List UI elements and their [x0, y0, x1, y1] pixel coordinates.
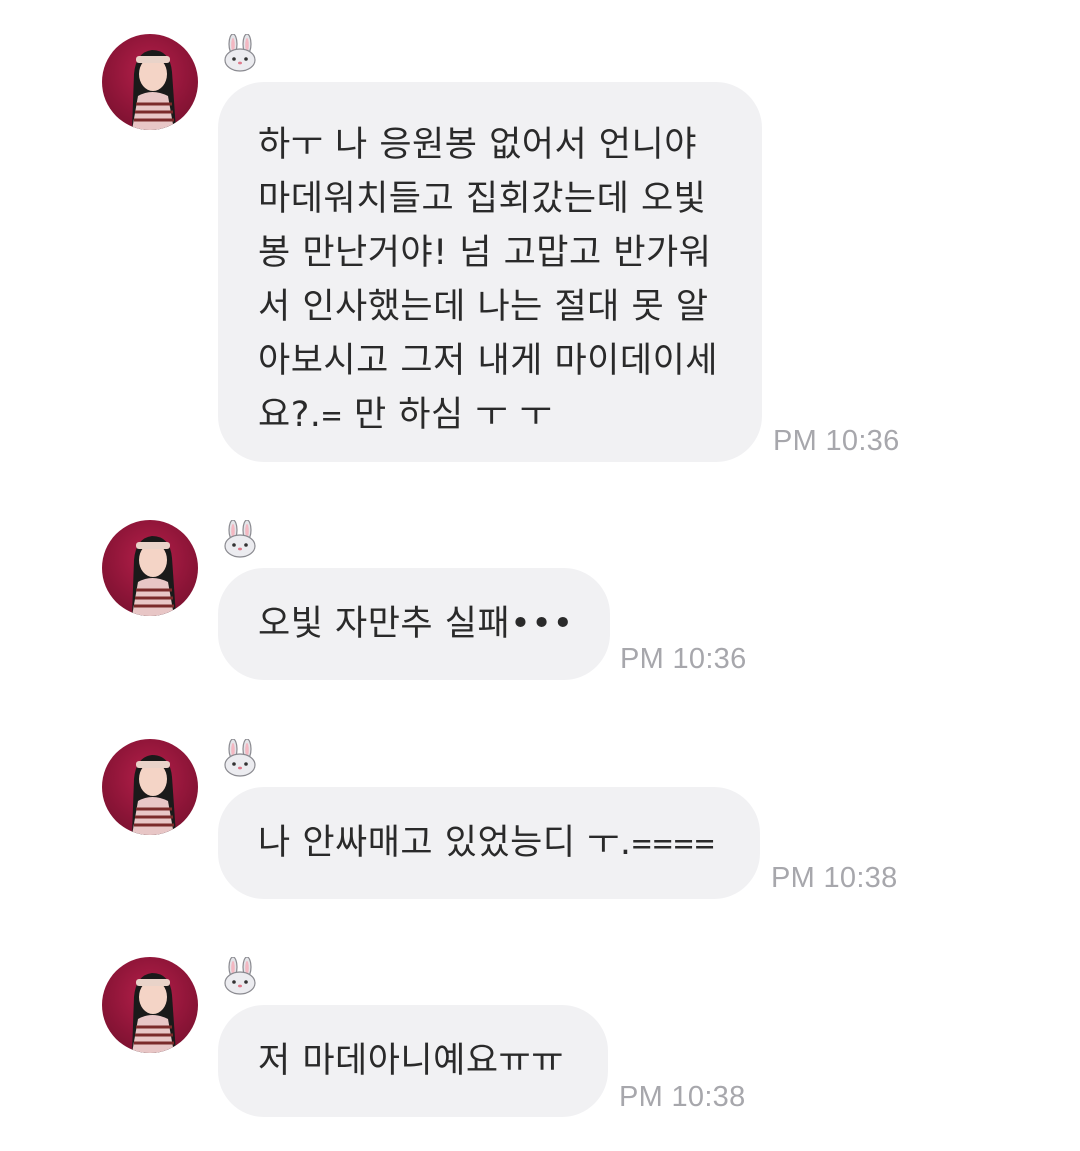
message-bubble[interactable]: 하ㅜ 나 응원봉 없어서 언니야 마데워치들고 집회갔는데 오빛 봉 만난거야!…: [218, 82, 762, 462]
message-text: 나 안싸매고 있었능디 ㅜ.᐀᐀᐀᐀: [258, 823, 716, 863]
profile-photo-icon: [132, 536, 176, 616]
rabbit-icon: [222, 738, 258, 777]
avatar[interactable]: [102, 520, 198, 616]
message-timestamp: PM 10:38: [619, 1081, 746, 1113]
message-text: 하ㅜ 나 응원봉 없어서 언니야 마데워치들고 집회갔는데 오빛 봉 만난거야!…: [258, 125, 718, 435]
message-text: 오빛 자만추 실패•••: [258, 604, 574, 644]
message-bubble[interactable]: 오빛 자만추 실패•••: [218, 568, 610, 680]
message-timestamp: PM 10:38: [771, 862, 898, 894]
profile-photo-icon: [132, 973, 176, 1053]
message-timestamp: PM 10:36: [620, 643, 747, 675]
profile-photo-icon: [132, 50, 176, 130]
message-text: 저 마데아니예요ㅠㅠ: [258, 1041, 564, 1081]
rabbit-icon: [222, 33, 258, 72]
profile-photo-icon: [132, 755, 176, 835]
avatar[interactable]: [102, 957, 198, 1053]
avatar[interactable]: [102, 34, 198, 130]
message-bubble[interactable]: 나 안싸매고 있었능디 ㅜ.᐀᐀᐀᐀: [218, 787, 760, 899]
message-bubble[interactable]: 저 마데아니예요ㅠㅠ: [218, 1005, 608, 1117]
message-timestamp: PM 10:36: [773, 425, 900, 457]
rabbit-icon: [222, 956, 258, 995]
avatar[interactable]: [102, 739, 198, 835]
rabbit-icon: [222, 519, 258, 558]
